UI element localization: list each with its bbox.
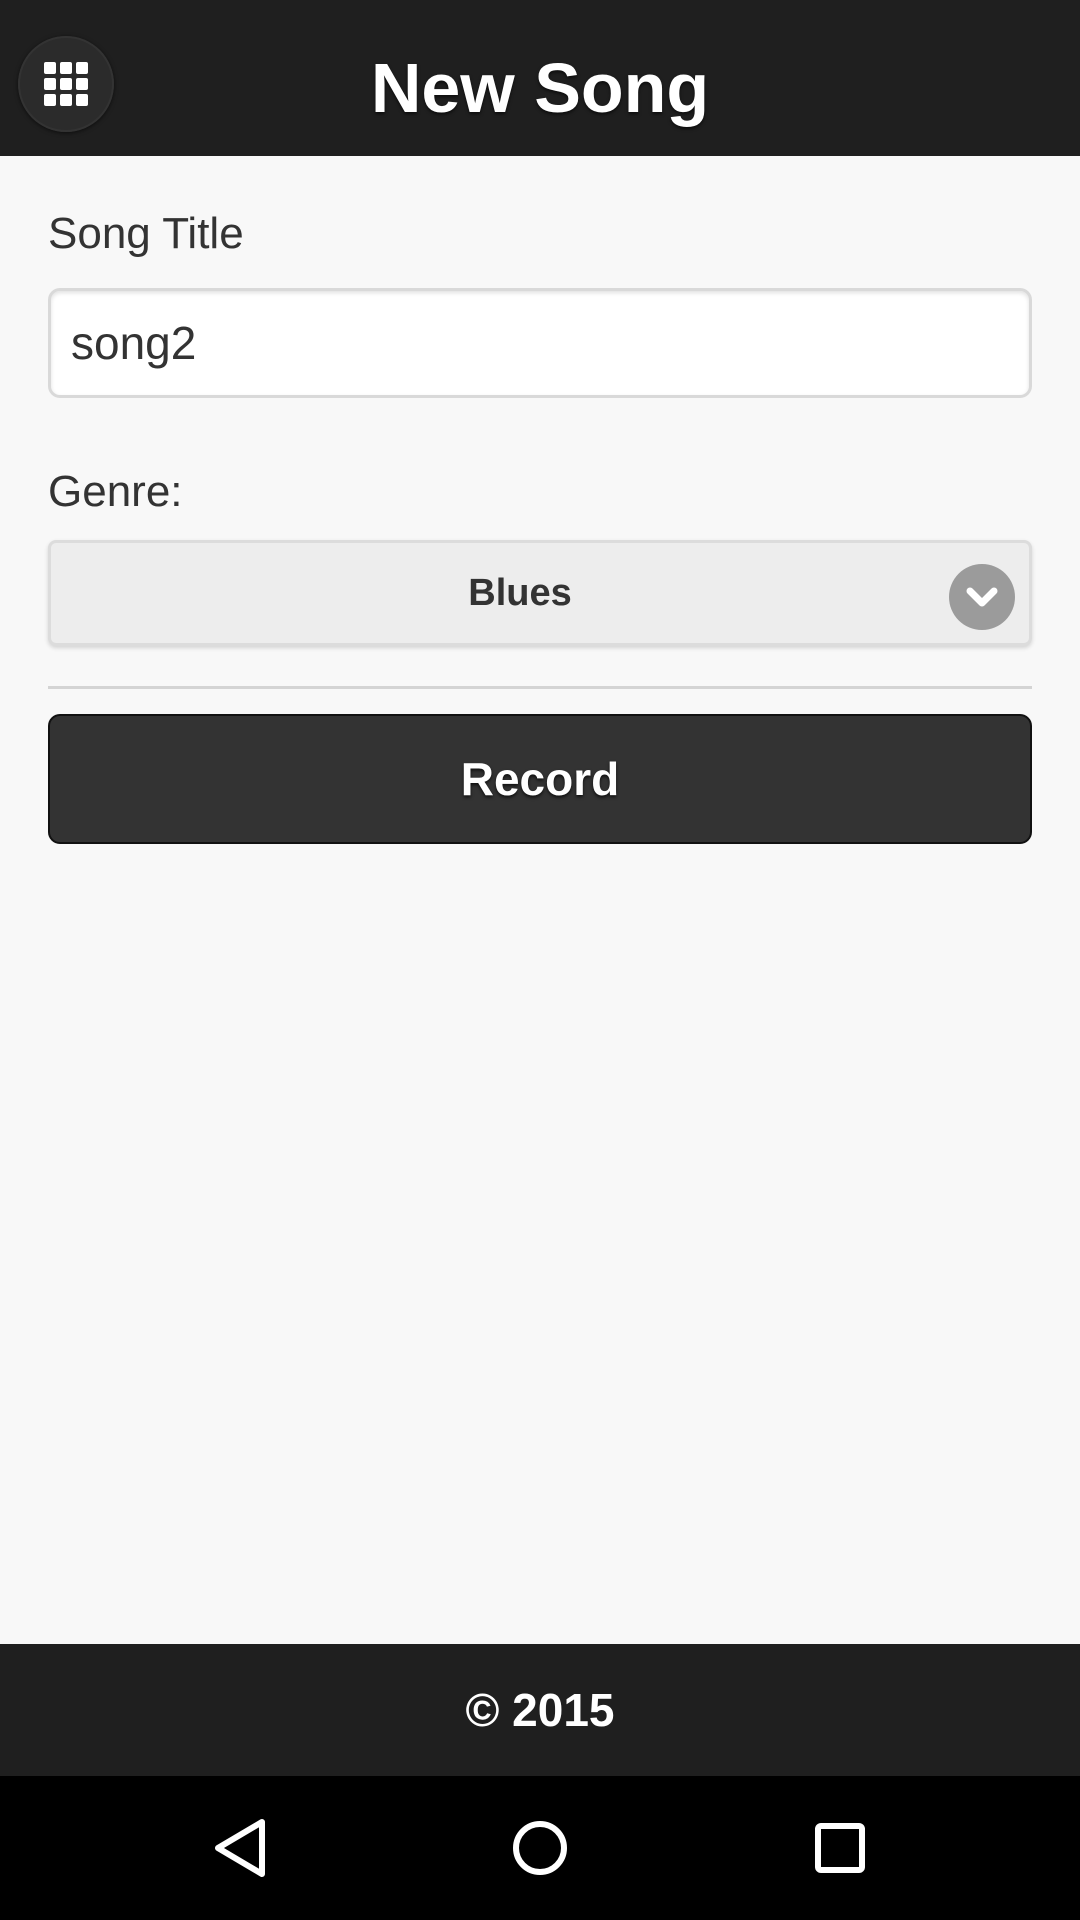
recents-square-icon[interactable] [790,1798,890,1898]
divider [48,686,1032,689]
system-nav-bar [0,1776,1080,1920]
home-circle-icon[interactable] [490,1798,590,1898]
page-title: New Song [370,49,710,127]
genre-selected-value: Blues [468,571,572,614]
genre-select[interactable]: Blues [48,540,1032,646]
chevron-down-icon [949,564,1015,630]
app-header: New Song [0,0,1080,156]
genre-label: Genre: [48,467,183,516]
back-triangle-icon[interactable] [190,1798,290,1898]
song-title-label: Song Title [48,209,244,258]
record-button[interactable]: Record [48,714,1032,844]
song-title-input[interactable] [48,288,1032,398]
footer-copyright: © 2015 [0,1644,1080,1776]
